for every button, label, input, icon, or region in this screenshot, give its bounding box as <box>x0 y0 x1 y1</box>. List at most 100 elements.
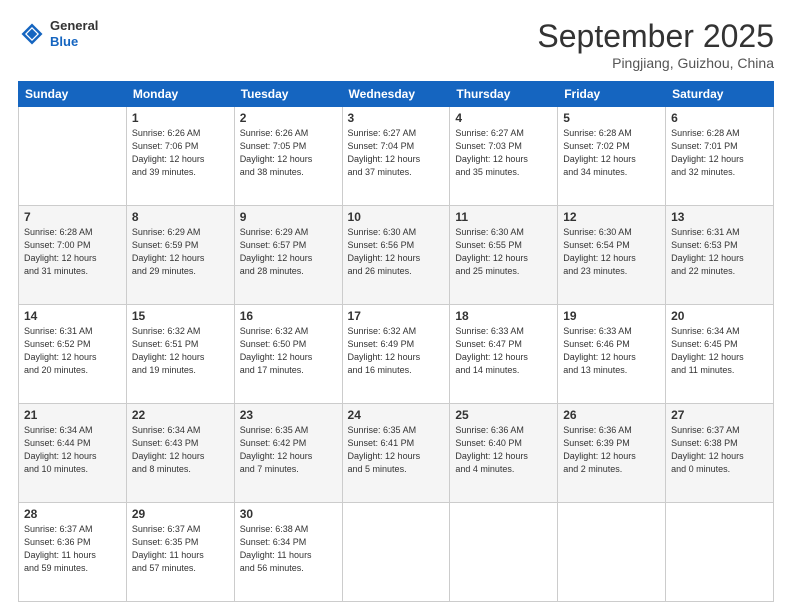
weekday-header-thursday: Thursday <box>450 82 558 107</box>
day-number: 27 <box>671 408 768 422</box>
calendar-cell <box>342 503 450 602</box>
day-info: Sunrise: 6:27 AM Sunset: 7:04 PM Dayligh… <box>348 127 445 179</box>
day-number: 1 <box>132 111 229 125</box>
calendar-cell: 15Sunrise: 6:32 AM Sunset: 6:51 PM Dayli… <box>126 305 234 404</box>
day-number: 21 <box>24 408 121 422</box>
calendar-cell <box>666 503 774 602</box>
calendar-table: SundayMondayTuesdayWednesdayThursdayFrid… <box>18 81 774 602</box>
calendar-cell: 21 Sunrise: 6:34 AM Sunset: 6:44 PM Dayli… <box>19 404 127 503</box>
day-info: Sunrise: 6:35 AM Sunset: 6:41 PM Dayligh… <box>348 424 445 476</box>
day-number: 29 <box>132 507 229 521</box>
calendar-cell: 30Sunrise: 6:38 AM Sunset: 6:34 PM Dayli… <box>234 503 342 602</box>
logo: General Blue <box>18 18 98 49</box>
day-info: Sunrise: 6:29 AM Sunset: 6:59 PM Dayligh… <box>132 226 229 278</box>
calendar-cell: 19Sunrise: 6:33 AM Sunset: 6:46 PM Dayli… <box>558 305 666 404</box>
calendar-cell: 7 Sunrise: 6:28 AM Sunset: 7:00 PM Daylig… <box>19 206 127 305</box>
calendar-week-row: 14Sunrise: 6:31 AM Sunset: 6:52 PM Dayli… <box>19 305 774 404</box>
calendar-cell: 17 Sunrise: 6:32 AM Sunset: 6:49 PM Dayli… <box>342 305 450 404</box>
day-info: Sunrise: 6:34 AM Sunset: 6:45 PM Dayligh… <box>671 325 768 377</box>
day-number: 15 <box>132 309 229 323</box>
day-number: 24 <box>348 408 445 422</box>
day-info: Sunrise: 6:33 AM Sunset: 6:46 PM Dayligh… <box>563 325 660 377</box>
calendar-cell: 3 Sunrise: 6:27 AM Sunset: 7:04 PM Daylig… <box>342 107 450 206</box>
calendar-cell: 8Sunrise: 6:29 AM Sunset: 6:59 PM Daylig… <box>126 206 234 305</box>
calendar-cell: 24 Sunrise: 6:35 AM Sunset: 6:41 PM Dayli… <box>342 404 450 503</box>
weekday-header-sunday: Sunday <box>19 82 127 107</box>
day-info: Sunrise: 6:35 AM Sunset: 6:42 PM Dayligh… <box>240 424 337 476</box>
calendar-cell: 29Sunrise: 6:37 AM Sunset: 6:35 PM Dayli… <box>126 503 234 602</box>
day-number: 23 <box>240 408 337 422</box>
day-number: 6 <box>671 111 768 125</box>
day-number: 10 <box>348 210 445 224</box>
calendar-week-row: 7 Sunrise: 6:28 AM Sunset: 7:00 PM Daylig… <box>19 206 774 305</box>
calendar-cell: 10 Sunrise: 6:30 AM Sunset: 6:56 PM Dayli… <box>342 206 450 305</box>
calendar-cell: 25 Sunrise: 6:36 AM Sunset: 6:40 PM Dayli… <box>450 404 558 503</box>
weekday-header-row: SundayMondayTuesdayWednesdayThursdayFrid… <box>19 82 774 107</box>
calendar-cell: 23 Sunrise: 6:35 AM Sunset: 6:42 PM Dayli… <box>234 404 342 503</box>
day-info: Sunrise: 6:37 AM Sunset: 6:36 PM Dayligh… <box>24 523 121 575</box>
day-info: Sunrise: 6:30 AM Sunset: 6:54 PM Dayligh… <box>563 226 660 278</box>
calendar-cell: 22Sunrise: 6:34 AM Sunset: 6:43 PM Dayli… <box>126 404 234 503</box>
day-info: Sunrise: 6:26 AM Sunset: 7:05 PM Dayligh… <box>240 127 337 179</box>
day-info: Sunrise: 6:34 AM Sunset: 6:44 PM Dayligh… <box>24 424 121 476</box>
day-number: 20 <box>671 309 768 323</box>
page: General Blue September 2025 Pingjiang, G… <box>0 0 792 612</box>
day-number: 11 <box>455 210 552 224</box>
day-number: 5 <box>563 111 660 125</box>
logo-icon <box>18 20 46 48</box>
day-number: 25 <box>455 408 552 422</box>
subtitle: Pingjiang, Guizhou, China <box>537 55 774 71</box>
day-number: 2 <box>240 111 337 125</box>
day-info: Sunrise: 6:34 AM Sunset: 6:43 PM Dayligh… <box>132 424 229 476</box>
day-number: 28 <box>24 507 121 521</box>
calendar-week-row: 21 Sunrise: 6:34 AM Sunset: 6:44 PM Dayli… <box>19 404 774 503</box>
calendar-cell: 14Sunrise: 6:31 AM Sunset: 6:52 PM Dayli… <box>19 305 127 404</box>
day-number: 7 <box>24 210 121 224</box>
day-number: 26 <box>563 408 660 422</box>
calendar-cell: 2 Sunrise: 6:26 AM Sunset: 7:05 PM Daylig… <box>234 107 342 206</box>
calendar-cell: 12 Sunrise: 6:30 AM Sunset: 6:54 PM Dayli… <box>558 206 666 305</box>
weekday-header-friday: Friday <box>558 82 666 107</box>
logo-text: General Blue <box>50 18 98 49</box>
day-info: Sunrise: 6:26 AM Sunset: 7:06 PM Dayligh… <box>132 127 229 179</box>
day-number: 4 <box>455 111 552 125</box>
logo-blue: Blue <box>50 34 98 50</box>
day-number: 17 <box>348 309 445 323</box>
calendar-cell: 16 Sunrise: 6:32 AM Sunset: 6:50 PM Dayli… <box>234 305 342 404</box>
day-number: 12 <box>563 210 660 224</box>
calendar-cell: 18 Sunrise: 6:33 AM Sunset: 6:47 PM Dayli… <box>450 305 558 404</box>
day-number: 16 <box>240 309 337 323</box>
month-title: September 2025 <box>537 18 774 55</box>
weekday-header-wednesday: Wednesday <box>342 82 450 107</box>
day-number: 3 <box>348 111 445 125</box>
day-number: 18 <box>455 309 552 323</box>
weekday-header-tuesday: Tuesday <box>234 82 342 107</box>
weekday-header-monday: Monday <box>126 82 234 107</box>
day-info: Sunrise: 6:31 AM Sunset: 6:52 PM Dayligh… <box>24 325 121 377</box>
day-info: Sunrise: 6:33 AM Sunset: 6:47 PM Dayligh… <box>455 325 552 377</box>
day-info: Sunrise: 6:30 AM Sunset: 6:56 PM Dayligh… <box>348 226 445 278</box>
day-info: Sunrise: 6:32 AM Sunset: 6:50 PM Dayligh… <box>240 325 337 377</box>
calendar-cell: 26 Sunrise: 6:36 AM Sunset: 6:39 PM Dayli… <box>558 404 666 503</box>
logo-general: General <box>50 18 98 34</box>
day-info: Sunrise: 6:28 AM Sunset: 7:02 PM Dayligh… <box>563 127 660 179</box>
calendar-cell: 11 Sunrise: 6:30 AM Sunset: 6:55 PM Dayli… <box>450 206 558 305</box>
day-info: Sunrise: 6:31 AM Sunset: 6:53 PM Dayligh… <box>671 226 768 278</box>
day-number: 30 <box>240 507 337 521</box>
day-info: Sunrise: 6:30 AM Sunset: 6:55 PM Dayligh… <box>455 226 552 278</box>
calendar-cell: 27Sunrise: 6:37 AM Sunset: 6:38 PM Dayli… <box>666 404 774 503</box>
calendar-cell: 9Sunrise: 6:29 AM Sunset: 6:57 PM Daylig… <box>234 206 342 305</box>
calendar-cell: 6 Sunrise: 6:28 AM Sunset: 7:01 PM Daylig… <box>666 107 774 206</box>
day-number: 9 <box>240 210 337 224</box>
day-info: Sunrise: 6:36 AM Sunset: 6:39 PM Dayligh… <box>563 424 660 476</box>
day-info: Sunrise: 6:28 AM Sunset: 7:00 PM Dayligh… <box>24 226 121 278</box>
title-block: September 2025 Pingjiang, Guizhou, China <box>537 18 774 71</box>
day-info: Sunrise: 6:36 AM Sunset: 6:40 PM Dayligh… <box>455 424 552 476</box>
day-number: 13 <box>671 210 768 224</box>
calendar-cell <box>19 107 127 206</box>
day-info: Sunrise: 6:28 AM Sunset: 7:01 PM Dayligh… <box>671 127 768 179</box>
calendar-week-row: 28 Sunrise: 6:37 AM Sunset: 6:36 PM Dayli… <box>19 503 774 602</box>
calendar-cell: 28 Sunrise: 6:37 AM Sunset: 6:36 PM Dayli… <box>19 503 127 602</box>
calendar-week-row: 1 Sunrise: 6:26 AM Sunset: 7:06 PM Daylig… <box>19 107 774 206</box>
day-info: Sunrise: 6:32 AM Sunset: 6:49 PM Dayligh… <box>348 325 445 377</box>
